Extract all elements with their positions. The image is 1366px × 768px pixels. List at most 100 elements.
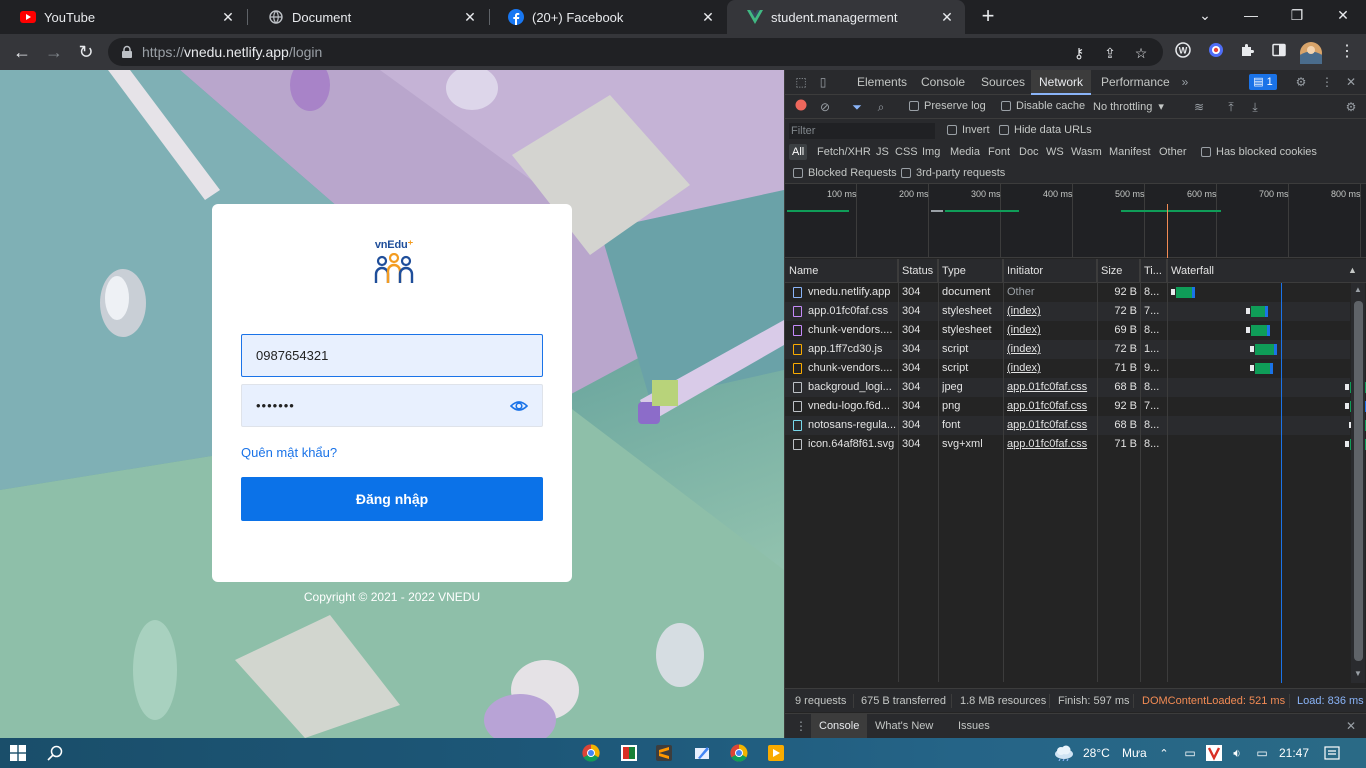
type-js[interactable]: JS [873, 144, 892, 160]
new-tab-button[interactable]: + [976, 5, 1000, 29]
issues-badge[interactable]: ▤ 1 [1249, 74, 1277, 90]
bookmark-star-icon[interactable]: ☆ [1132, 44, 1150, 62]
search-icon[interactable]: ⌕ [873, 99, 889, 115]
search-icon[interactable] [45, 743, 65, 763]
settings-gear-icon[interactable]: ⚙ [1293, 74, 1309, 90]
col-waterfall[interactable]: Waterfall [1167, 259, 1366, 283]
request-row[interactable]: vnedu.netlify.app 304 document Other 92 B 8..… [785, 283, 1350, 302]
request-row[interactable]: notosans-regula... 304 font app.01fc0faf.cs… [785, 416, 1366, 435]
record-icon[interactable] [793, 99, 809, 115]
weather-cloud-icon[interactable] [1054, 743, 1074, 763]
requests-scrollbar[interactable]: ▲ ▼ [1351, 283, 1365, 683]
export-har-icon[interactable]: ⤓ [1247, 99, 1263, 115]
tab-elements[interactable]: Elements [849, 70, 915, 95]
restore-icon[interactable]: ❐ [1274, 0, 1320, 30]
col-initiator[interactable]: Initiator [1003, 259, 1097, 283]
type-font[interactable]: Font [985, 144, 1013, 160]
type-css[interactable]: CSS [892, 144, 921, 160]
type-doc[interactable]: Doc [1016, 144, 1042, 160]
login-button[interactable]: Đăng nhập [241, 477, 543, 521]
filter-input[interactable]: Filter [789, 123, 935, 139]
password-input[interactable]: ••••••• [241, 384, 543, 427]
type-wasm[interactable]: Wasm [1068, 144, 1105, 160]
cell-initiator[interactable]: (index) [1007, 340, 1095, 359]
side-panel-icon[interactable] [1269, 42, 1289, 62]
drawer-menu-icon[interactable]: ⋮ [793, 718, 809, 734]
col-type[interactable]: Type [938, 259, 1003, 283]
show-hidden-icons-icon[interactable]: ⌃ [1154, 743, 1174, 763]
forward-icon[interactable]: → [42, 40, 66, 64]
cell-initiator[interactable]: (index) [1007, 359, 1095, 378]
tab-network[interactable]: Network [1031, 70, 1092, 95]
share-icon[interactable]: ⇪ [1101, 44, 1119, 62]
request-row[interactable]: app.01fc0faf.css 304 stylesheet (index) 72 B… [785, 302, 1350, 321]
battery-icon[interactable]: ▭ [1252, 743, 1272, 763]
cell-initiator[interactable]: app.01fc0faf.css [1007, 416, 1095, 435]
type-media[interactable]: Media [947, 144, 983, 160]
notifications-icon[interactable] [1322, 743, 1342, 763]
request-row[interactable]: vnedu-logo.f6d... 304 png app.01fc0faf.css 9… [785, 397, 1366, 416]
close-tab-icon[interactable]: ✕ [939, 9, 955, 26]
request-row[interactable]: icon.64af8f61.svg 304 svg+xml app.01fc0faf.… [785, 435, 1366, 454]
network-icon[interactable]: ▭ [1180, 743, 1200, 763]
preserve-log-checkbox[interactable]: Preserve log [909, 100, 986, 112]
extension-circle-icon[interactable] [1206, 42, 1226, 62]
request-row[interactable]: chunk-vendors.... 304 script (index) 71 B 9..… [785, 359, 1350, 378]
profile-avatar[interactable] [1300, 42, 1322, 64]
cell-initiator[interactable]: app.01fc0faf.css [1007, 435, 1095, 454]
disable-cache-checkbox[interactable]: Disable cache [1001, 100, 1085, 112]
device-toolbar-icon[interactable]: ▯ [815, 74, 831, 90]
cell-initiator[interactable]: (index) [1007, 302, 1095, 321]
extensions-puzzle-icon[interactable] [1237, 42, 1257, 62]
request-row[interactable]: app.1ff7cd30.js 304 script (index) 72 B 1... [785, 340, 1350, 359]
col-name[interactable]: Name [785, 259, 898, 283]
sublime-taskbar-icon[interactable] [654, 743, 674, 763]
type-img[interactable]: Img [919, 144, 943, 160]
type-manifest[interactable]: Manifest [1106, 144, 1154, 160]
reload-icon[interactable]: ↻ [74, 40, 98, 64]
close-devtools-icon[interactable]: ✕ [1343, 74, 1359, 90]
tab-facebook[interactable]: (20+) Facebook ✕ [488, 0, 726, 34]
media-player-taskbar-icon[interactable] [766, 743, 786, 763]
network-settings-icon[interactable]: ⚙ [1343, 99, 1359, 115]
sort-ascending-icon[interactable]: ▲ [1348, 265, 1357, 275]
antivirus-icon[interactable] [1204, 743, 1224, 763]
import-har-icon[interactable]: ⤒ [1223, 99, 1239, 115]
show-password-eye-icon[interactable] [510, 398, 528, 414]
invert-checkbox[interactable]: Invert [947, 124, 990, 136]
address-bar[interactable]: https://vnedu.netlify.app/login ⚷ ⇪ ☆ [108, 38, 1163, 66]
chrome-taskbar-icon[interactable] [581, 743, 601, 763]
network-conditions-icon[interactable]: ≋ [1191, 99, 1207, 115]
more-tabs-icon[interactable]: » [1177, 74, 1193, 90]
network-overview-timeline[interactable]: 100 ms 200 ms 300 ms 400 ms 500 ms 600 m… [785, 184, 1366, 258]
inspect-element-icon[interactable]: ⬚ [793, 74, 809, 90]
close-tab-icon[interactable]: ✕ [220, 9, 236, 26]
tab-search-icon[interactable]: ⌄ [1182, 0, 1228, 30]
chrome-menu-icon[interactable]: ⋮ [1337, 42, 1357, 62]
col-time[interactable]: Ti... [1140, 259, 1167, 283]
tab-document[interactable]: Document ✕ [248, 0, 488, 34]
hide-data-urls-checkbox[interactable]: Hide data URLs [999, 124, 1092, 136]
cell-initiator[interactable]: (index) [1007, 321, 1095, 340]
type-other[interactable]: Other [1156, 144, 1190, 160]
type-fetch-xhr[interactable]: Fetch/XHR [814, 144, 874, 160]
col-size[interactable]: Size [1097, 259, 1140, 283]
notes-taskbar-icon[interactable] [692, 743, 712, 763]
request-row[interactable]: chunk-vendors.... 304 stylesheet (index) 69 … [785, 321, 1350, 340]
cell-initiator[interactable]: app.01fc0faf.css [1007, 378, 1095, 397]
throttling-select[interactable]: No throttling ▾ [1093, 100, 1164, 113]
tab-youtube[interactable]: YouTube ✕ [0, 0, 246, 34]
third-party-requests-checkbox[interactable]: 3rd-party requests [901, 167, 1005, 179]
drawer-tab-whats-new[interactable]: What's New [867, 714, 941, 739]
key-icon[interactable]: ⚷ [1070, 44, 1088, 62]
type-ws[interactable]: WS [1043, 144, 1067, 160]
close-drawer-icon[interactable]: ✕ [1343, 718, 1359, 734]
type-all[interactable]: All [789, 144, 808, 160]
close-window-icon[interactable]: ✕ [1320, 0, 1366, 30]
tab-console[interactable]: Console [913, 70, 973, 95]
minimize-icon[interactable]: — [1228, 0, 1274, 30]
app-taskbar-icon[interactable] [619, 743, 639, 763]
chrome-2-taskbar-icon[interactable] [729, 743, 749, 763]
col-status[interactable]: Status [898, 259, 938, 283]
forgot-password-link[interactable]: Quên mật khẩu? [241, 445, 337, 460]
